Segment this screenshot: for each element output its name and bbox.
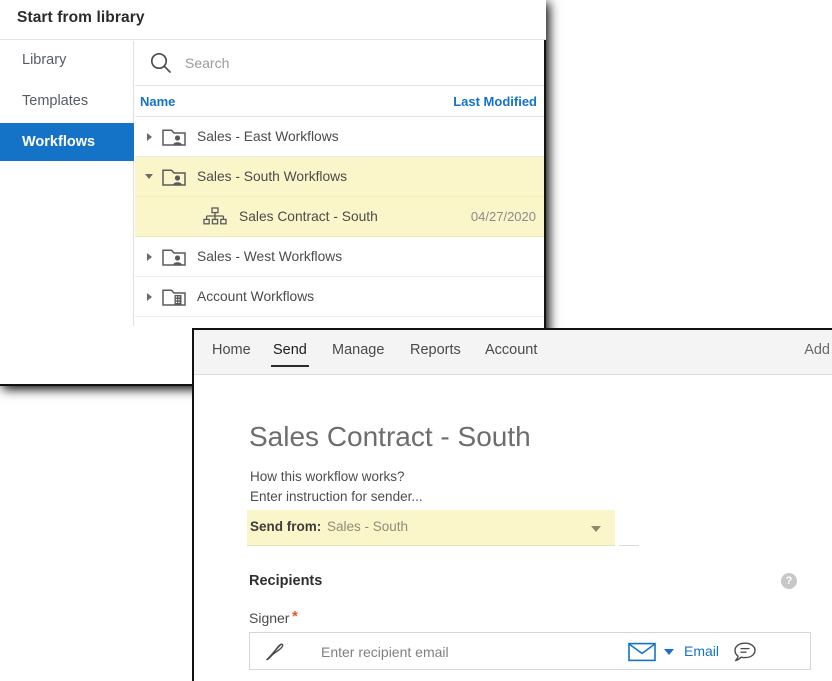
send-from-value: Sales - South: [327, 519, 408, 534]
folder-user-icon: [161, 245, 189, 269]
send-tab-bar: Home Send Manage Reports Account Add: [194, 330, 832, 375]
table-cell-name: Sales - West Workflows: [197, 249, 342, 264]
workflow-description-line-2: Enter instruction for sender...: [250, 489, 423, 504]
workflow-tree: Sales - East Workflows Sales - South Wor…: [135, 117, 544, 317]
folder-building-icon: [161, 285, 189, 309]
document-title: Sales Contract - South: [249, 421, 531, 453]
table-cell-name: Account Workflows: [197, 289, 314, 304]
tab-reports[interactable]: Reports: [410, 342, 461, 358]
sidebar-item-workflows[interactable]: Workflows: [0, 123, 134, 161]
library-title-bar: Start from library: [0, 0, 546, 40]
table-row[interactable]: Sales - East Workflows: [135, 117, 544, 157]
recipients-heading: Recipients: [249, 573, 322, 589]
tab-home[interactable]: Home: [212, 342, 251, 358]
sidebar-item-label: Workflows: [22, 134, 95, 150]
chevron-down-icon[interactable]: [591, 526, 601, 532]
expand-collapse-toggle[interactable]: [140, 253, 158, 261]
folder-user-icon: [161, 165, 189, 189]
table-row[interactable]: Sales - South Workflows: [135, 157, 544, 197]
tab-send[interactable]: Send: [273, 342, 307, 358]
send-body: Sales Contract - South How this workflow…: [194, 376, 832, 681]
tab-add[interactable]: Add: [804, 342, 830, 358]
table-cell-date: 04/27/2020: [471, 209, 536, 224]
screenshot-root: Start from library Library Templates Wor…: [0, 0, 832, 681]
recipient-email-input[interactable]: [319, 642, 619, 662]
workflow-org-icon: [203, 206, 227, 228]
signer-label: Signer: [249, 610, 289, 626]
expand-collapse-toggle[interactable]: [140, 174, 158, 179]
send-from-underline: [247, 545, 615, 546]
send-from-underline-tail: [619, 545, 639, 546]
envelope-icon[interactable]: [628, 642, 656, 662]
table-row[interactable]: Sales Contract - South 04/27/2020: [135, 197, 544, 237]
column-header-row: Name Last Modified: [135, 86, 544, 117]
column-header-last-modified[interactable]: Last Modified: [453, 94, 537, 109]
expand-collapse-toggle[interactable]: [140, 293, 158, 301]
question-mark-icon[interactable]: ?: [781, 573, 797, 589]
table-row[interactable]: Account Workflows: [135, 277, 544, 317]
sidebar-item-templates[interactable]: Templates: [0, 82, 134, 120]
folder-user-icon: [161, 125, 189, 149]
table-cell-name: Sales - East Workflows: [197, 129, 339, 144]
chevron-down-icon[interactable]: [664, 649, 674, 655]
library-list-panel: Name Last Modified Sales - East Workflow…: [135, 41, 544, 326]
required-marker: *: [292, 608, 298, 625]
search-icon: [148, 50, 174, 76]
column-header-name[interactable]: Name: [140, 94, 175, 109]
sidebar-item-label: Library: [22, 52, 66, 68]
search-row: [135, 41, 544, 86]
tab-account[interactable]: Account: [485, 342, 537, 358]
send-window: Home Send Manage Reports Account Add Sal…: [192, 328, 832, 681]
send-from-field[interactable]: Send from: Sales - South: [247, 510, 615, 546]
workflow-description-line-1: How this workflow works?: [250, 469, 405, 484]
delivery-mode-label[interactable]: Email: [684, 643, 719, 659]
chevron-right-icon: [147, 253, 152, 261]
chevron-right-icon: [147, 133, 152, 141]
tab-manage[interactable]: Manage: [332, 342, 384, 358]
sidebar-item-label: Templates: [22, 93, 88, 109]
table-cell-name: Sales Contract - South: [239, 209, 378, 224]
chevron-down-icon: [145, 174, 153, 179]
message-bubble-icon[interactable]: [733, 641, 757, 663]
chevron-right-icon: [147, 293, 152, 301]
expand-collapse-toggle[interactable]: [140, 133, 158, 141]
send-from-label: Send from:: [250, 519, 321, 534]
table-cell-name: Sales - South Workflows: [197, 169, 347, 184]
page-title: Start from library: [17, 9, 145, 27]
recipient-email-row: Email: [249, 632, 811, 670]
signature-pen-icon: [263, 641, 287, 663]
library-sidebar: Library Templates Workflows: [0, 41, 134, 326]
search-input[interactable]: [183, 54, 483, 72]
sidebar-item-library[interactable]: Library: [0, 41, 134, 79]
table-row[interactable]: Sales - West Workflows: [135, 237, 544, 277]
